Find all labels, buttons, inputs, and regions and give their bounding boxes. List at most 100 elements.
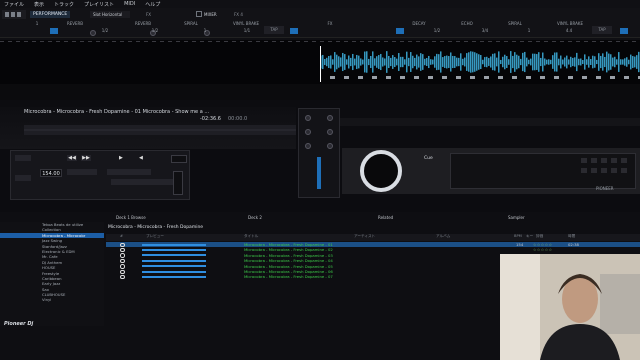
- panel-tab-sampler[interactable]: Sampler: [500, 214, 525, 222]
- fx-tab-right[interactable]: FX: [320, 21, 340, 27]
- time-remaining: -02:36.6: [200, 116, 221, 122]
- col-preview[interactable]: プレビュー: [146, 234, 164, 239]
- time-elapsed: 00:00.0: [228, 116, 248, 122]
- panel-tab-deck2[interactable]: Deck 2: [240, 214, 262, 222]
- mixer-toggle[interactable]: MIXER: [204, 11, 217, 18]
- eq-knob[interactable]: [305, 129, 311, 135]
- hot-cue-bank[interactable]: [111, 179, 181, 185]
- col-rating[interactable]: 評価: [536, 234, 543, 239]
- tree-item[interactable]: Vinyl: [0, 297, 104, 302]
- fx-on-button[interactable]: [290, 28, 298, 34]
- loop-length-control[interactable]: [67, 169, 97, 175]
- mixer-checkbox[interactable]: [196, 11, 202, 17]
- col-time[interactable]: 時間: [568, 234, 575, 239]
- prev-icon[interactable]: ◀◀: [67, 155, 77, 161]
- preview-icon[interactable]: [120, 258, 125, 264]
- beat-value: 1: [527, 28, 531, 33]
- fx-tab-4[interactable]: FX 4: [234, 11, 276, 18]
- preview-waveform: [142, 265, 206, 268]
- fx-unit-left-2[interactable]: REVERB: [128, 21, 158, 27]
- overview-waveform[interactable]: [0, 40, 640, 84]
- cue-button[interactable]: [15, 155, 31, 161]
- fx-unit-right-3[interactable]: SPIRAL: [500, 21, 530, 27]
- panel-tab-related[interactable]: Related: [370, 214, 393, 222]
- breadcrumb: Microcobra - Microcobra - Fresh Dopamine: [108, 225, 204, 230]
- menu-bar: ファイル 表示 トラック プレイリスト MIDI ヘルプ: [0, 0, 640, 8]
- fx-strip: PERFORMANCE Slot Horizontal FX MIXER FX …: [0, 8, 640, 38]
- waveform-graphic: [0, 41, 640, 82]
- eq-knob[interactable]: [327, 129, 333, 135]
- webcam-overlay: [500, 254, 640, 360]
- fx-unit-right-1[interactable]: DECAY: [404, 21, 434, 27]
- beat-jump-control[interactable]: [107, 169, 151, 175]
- beat-value: 1/2: [433, 28, 441, 33]
- eq-knob[interactable]: [305, 115, 311, 121]
- track-title-cell: Microcobra - Microcobra - Fresh Dopamine…: [244, 247, 333, 253]
- loop-button[interactable]: [15, 175, 31, 181]
- preview-icon[interactable]: [120, 274, 125, 280]
- next-icon[interactable]: ▶▶: [81, 155, 91, 161]
- performance-mode-select[interactable]: PERFORMANCE: [30, 11, 70, 18]
- slot-layout-select[interactable]: Slot Horizontal: [90, 11, 130, 18]
- performance-pads[interactable]: [450, 153, 636, 189]
- menu-view[interactable]: 表示: [34, 1, 44, 8]
- track-bpm-cell: 154: [516, 242, 524, 247]
- channel-fader[interactable]: [317, 157, 321, 189]
- fx-unit-left-3[interactable]: SPIRAL: [176, 21, 206, 27]
- col-number[interactable]: #: [120, 234, 123, 238]
- sync-button[interactable]: [171, 155, 187, 163]
- preview-icon[interactable]: [120, 269, 125, 274]
- col-key[interactable]: キー: [526, 234, 533, 239]
- folder-tree: Tekoa Beats de utilize Collection Microc…: [0, 222, 104, 326]
- track-title-cell: Microcobra - Microcobra - Fresh Dopamine…: [244, 263, 333, 269]
- track-title-cell: Microcobra - Microcobra - Fresh Dopamine…: [244, 274, 333, 280]
- col-title[interactable]: タイトル: [244, 234, 258, 239]
- tap-button-left[interactable]: TAP: [264, 26, 284, 34]
- fx-unit-right-2[interactable]: ECHO: [452, 21, 482, 27]
- fx-unit-left-4[interactable]: VINYL BRAKE: [228, 21, 264, 27]
- fx-on-button[interactable]: [50, 28, 58, 34]
- col-artist[interactable]: アーティスト: [354, 234, 375, 239]
- fx-on-button[interactable]: [396, 28, 404, 34]
- fx-unit-left-1[interactable]: REVERB: [60, 21, 90, 27]
- jog-label: Cue: [424, 156, 433, 161]
- col-album[interactable]: アルバム: [436, 234, 450, 239]
- track-title-cell: Microcobra - Microcobra - Fresh Dopamine…: [244, 269, 333, 274]
- col-bpm[interactable]: BPM: [514, 234, 522, 238]
- deck-control-panel: ◀◀ ▶▶ ▶ ◀: [10, 150, 190, 200]
- pioneer-logo: Pioneer Dj: [4, 321, 34, 327]
- preview-icon[interactable]: [120, 264, 125, 269]
- deck-zoom-waveform[interactable]: [24, 125, 296, 135]
- track-rating-cell[interactable]: ☆☆☆☆☆: [533, 247, 553, 252]
- beat-value: 1/2: [151, 28, 159, 33]
- beat-label: 1/1: [243, 28, 251, 33]
- preview-waveform: [142, 248, 206, 251]
- menu-midi[interactable]: MIDI: [124, 1, 135, 7]
- eq-knob[interactable]: [327, 115, 333, 121]
- menu-track[interactable]: トラック: [54, 1, 74, 8]
- eq-knob[interactable]: [305, 143, 311, 149]
- menu-help[interactable]: ヘルプ: [145, 1, 160, 8]
- panel-tab-deck1[interactable]: Deck 1 Browse: [108, 214, 146, 222]
- tempo-slider[interactable]: [173, 171, 183, 195]
- track-rating-cell[interactable]: ☆☆☆☆☆: [533, 242, 553, 247]
- track-title-cell: Microcobra - Microcobra - Fresh Dopamine…: [244, 252, 333, 258]
- track-table-header: # プレビュー タイトル アーティスト アルバム BPM キー 評価 時間: [106, 234, 640, 241]
- fx-on-button[interactable]: [620, 28, 628, 34]
- preview-icon[interactable]: [120, 247, 125, 253]
- tap-button-right[interactable]: TAP: [592, 26, 612, 34]
- grid-icon[interactable]: [2, 10, 26, 19]
- menu-file[interactable]: ファイル: [4, 1, 24, 8]
- preview-icon[interactable]: [120, 253, 125, 258]
- preview-waveform: [142, 259, 206, 262]
- play-icon[interactable]: ▶: [119, 155, 127, 161]
- deck-2-waveform[interactable]: [340, 118, 640, 126]
- menu-playlist[interactable]: プレイリスト: [84, 1, 114, 8]
- beat-fx-toggle[interactable]: FX: [146, 11, 151, 18]
- skip-back-icon[interactable]: ◀: [139, 155, 147, 161]
- preview-icon[interactable]: [120, 242, 125, 247]
- fx-unit-right-4[interactable]: VINYL BRAKE: [552, 21, 588, 27]
- jog-wheel[interactable]: [360, 150, 402, 192]
- eq-knob[interactable]: [327, 143, 333, 149]
- controller-brand: PIONEER: [596, 186, 614, 191]
